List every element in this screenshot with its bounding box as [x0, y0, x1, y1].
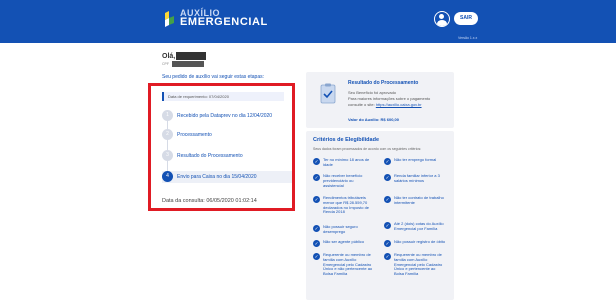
result-site-prefix: consulte o site: [348, 102, 375, 107]
check-icon: ✓ [313, 240, 320, 247]
result-status: Seu Benefício foi aprovado [348, 90, 397, 95]
highlight-annotation-box [148, 83, 295, 211]
step-label: Envio para Caixa no dia 15/04/2020 [177, 174, 257, 180]
check-icon: ✓ [384, 240, 391, 247]
greeting-text: Olá, [162, 53, 176, 60]
redacted-cpf [172, 61, 204, 67]
logo-icon [165, 11, 174, 27]
version-label: Versão 1.x.x [458, 36, 478, 40]
result-info: Para maiores informações sobre o pagamen… [348, 96, 431, 101]
timeline-step-2: 2 Processamento [162, 129, 292, 141]
check-icon: ✓ [384, 196, 391, 203]
step-number: 4 [162, 171, 173, 182]
timeline-step-3: 3 Resultado do Processamento [162, 150, 292, 162]
check-icon: ✓ [384, 222, 391, 229]
criteria-subtitle: Seus dados foram processados de acordo c… [313, 147, 422, 151]
step-label: Resultado do Processamento [177, 153, 243, 159]
result-site-line: consulte o site: https://auxilio.caixa.g… [348, 102, 422, 107]
check-icon: ✓ [384, 174, 391, 181]
check-icon: ✓ [313, 158, 320, 165]
cpf-label: CPF [162, 62, 169, 66]
request-date-badge: Data de requerimento: 07/04/2020 [162, 92, 284, 101]
step-number: 1 [162, 110, 173, 121]
check-icon: ✓ [313, 196, 320, 203]
redacted-name [176, 52, 206, 60]
timeline-step-1: 1 Recebido pela Dataprev no dia 12/04/20… [162, 110, 292, 122]
consult-date: Data da consulta: 06/05/2020 01:02:14 [162, 198, 257, 204]
step-number: 2 [162, 129, 173, 140]
approved-document-icon [320, 83, 336, 104]
check-icon: ✓ [313, 225, 320, 232]
step-label: Recebido pela Dataprev no dia 12/04/2020 [177, 113, 273, 119]
check-icon: ✓ [313, 174, 320, 181]
timeline-step-4: 4 Envio para Caixa no dia 15/04/2020 [162, 171, 292, 183]
step-label: Processamento [177, 132, 212, 138]
logo-text-main: EMERGENCIAL [180, 16, 268, 28]
logout-button[interactable]: SAIR [454, 12, 478, 25]
caixa-site-link[interactable]: https://auxilio.caixa.gov.br [376, 102, 422, 107]
step-number: 3 [162, 150, 173, 161]
header-bar: AUXÍLIO EMERGENCIAL SAIR Versão 1.x.x [0, 0, 616, 43]
user-avatar-icon[interactable] [434, 11, 450, 27]
check-icon: ✓ [313, 253, 320, 260]
check-icon: ✓ [384, 158, 391, 165]
steps-intro: Seu pedido de auxílio vai seguir estas e… [162, 74, 265, 80]
check-icon: ✓ [384, 253, 391, 260]
timeline-connector [167, 114, 168, 178]
criteria-title: Critérios de Elegibilidade [313, 137, 380, 143]
result-title: Resultado do Processamento [348, 80, 419, 86]
benefit-amount: Valor do Auxílio: R$ 600,00 [348, 117, 399, 122]
